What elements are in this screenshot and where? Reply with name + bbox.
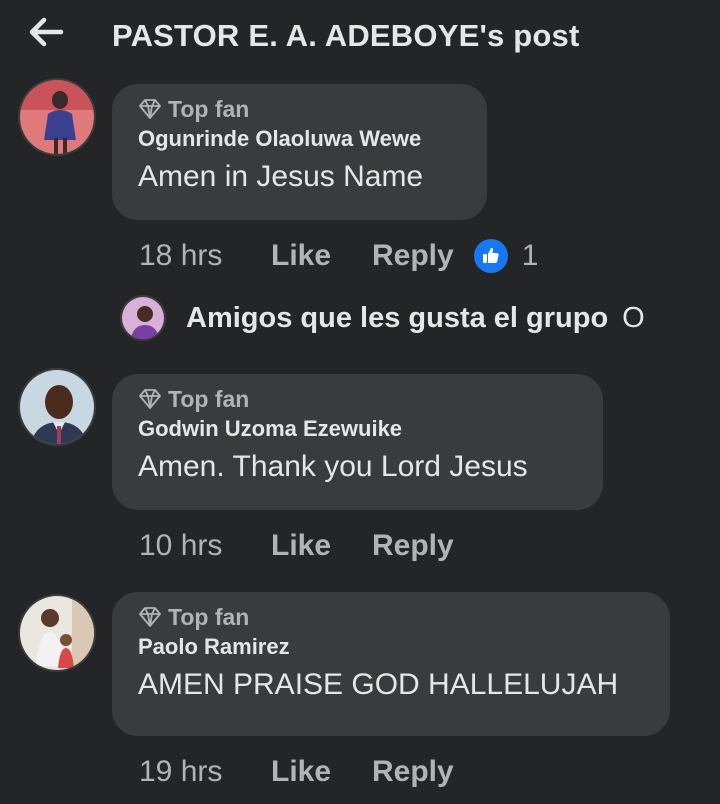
badge-label: Top fan	[168, 603, 250, 630]
reply-button[interactable]: Reply	[372, 529, 454, 563]
comment-text: Amen in Jesus Name	[138, 160, 424, 193]
badge-label: Top fan	[168, 385, 250, 412]
avatar[interactable]	[18, 368, 96, 446]
comment-author[interactable]: Godwin Uzoma Ezewuike	[138, 416, 577, 442]
comment-author[interactable]: Ogunrinde Olaoluwa Wewe	[138, 126, 461, 152]
diamond-icon	[139, 607, 161, 627]
avatar[interactable]	[18, 594, 96, 672]
comment-bubble: Top fan Paolo Ramirez AMEN PRAISE GOD HA…	[112, 592, 670, 736]
comment-actions: 19 hrs Like Reply	[139, 752, 454, 792]
reply-text-preview: O	[622, 301, 645, 334]
arrow-left-icon[interactable]	[28, 17, 64, 47]
comment-bubble: Top fan Godwin Uzoma Ezewuike Amen. Than…	[112, 374, 603, 510]
comment-time[interactable]: 10 hrs	[139, 529, 271, 563]
top-fan-badge: Top fan	[138, 602, 644, 632]
comment-time[interactable]: 18 hrs	[139, 239, 271, 273]
comment-text: Amen. Thank you Lord Jesus	[138, 450, 528, 483]
badge-label: Top fan	[168, 95, 250, 122]
like-button[interactable]: Like	[271, 239, 372, 273]
top-fan-badge: Top fan	[138, 384, 577, 414]
comment-time[interactable]: 19 hrs	[139, 755, 271, 789]
like-button[interactable]: Like	[271, 755, 372, 789]
like-button[interactable]: Like	[271, 529, 372, 563]
comment-actions: 18 hrs Like Reply 1	[139, 236, 538, 276]
top-fan-badge: Top fan	[138, 94, 461, 124]
avatar[interactable]	[18, 78, 96, 156]
reply-button[interactable]: Reply	[372, 755, 454, 789]
reaction-count: 1	[521, 239, 539, 272]
reply-preview-row[interactable]: Amigos que les gusta el grupo O	[120, 294, 720, 342]
reply-avatar[interactable]	[120, 295, 166, 341]
reaction-summary[interactable]: 1	[473, 239, 539, 273]
like-reaction-icon	[473, 239, 508, 273]
page-title: PASTOR E. A. ADEBOYE's post	[112, 18, 580, 53]
comment-text: AMEN PRAISE GOD HALLELUJAH	[138, 668, 619, 701]
comment-actions: 10 hrs Like Reply	[139, 526, 454, 566]
comment-author[interactable]: Paolo Ramirez	[138, 634, 644, 660]
reply-author[interactable]: Amigos que les gusta el grupo	[186, 302, 608, 335]
reply-button[interactable]: Reply	[372, 239, 454, 273]
comment-bubble: Top fan Ogunrinde Olaoluwa Wewe Amen in …	[112, 84, 487, 220]
diamond-icon	[139, 99, 161, 119]
diamond-icon	[139, 389, 161, 409]
back-button[interactable]	[26, 14, 66, 50]
top-bar: PASTOR E. A. ADEBOYE's post	[0, 0, 720, 78]
